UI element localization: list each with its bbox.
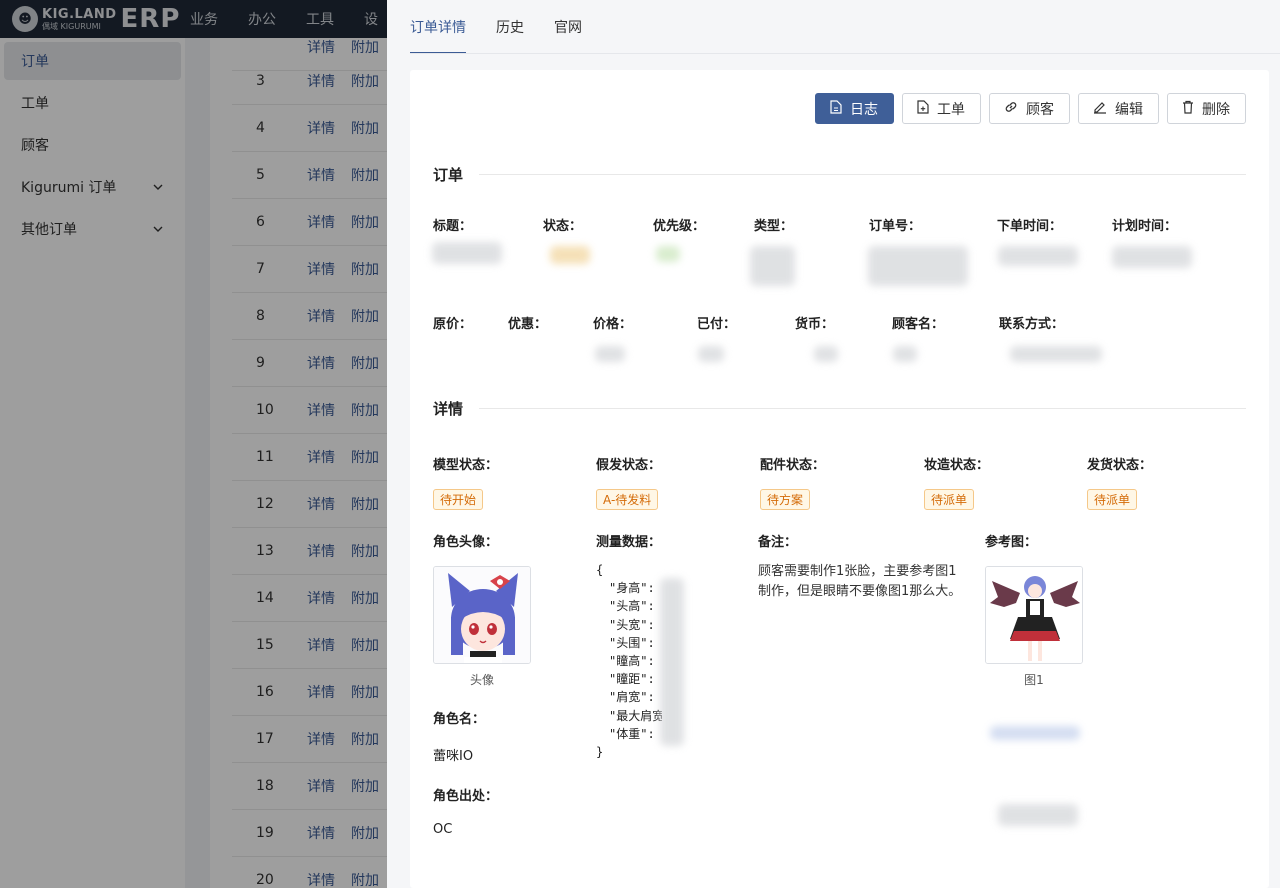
- wig-status-badge: A-待发料: [596, 489, 659, 510]
- detail-section-header: 详情: [433, 398, 1246, 419]
- json-open-brace: {: [596, 563, 604, 577]
- order-time-label: 下单时间：: [997, 219, 1063, 234]
- order-section-header: 订单: [433, 164, 1246, 185]
- wig-status-label: 假发状态：: [596, 458, 662, 473]
- json-key: "体重":: [609, 726, 655, 741]
- plan-time-label: 计划时间：: [1112, 219, 1178, 234]
- price-label: 价格：: [593, 317, 633, 332]
- note-text: 顾客需要制作1张脸，主要参考图1制作，但是眼睛不要像图1那么大。: [758, 564, 962, 599]
- order-detail-drawer: 订单详情 历史 官网 日志 工单 顾客 编辑 删除 订单 标题： 状态： 优先级…: [387, 0, 1280, 888]
- json-close-brace: }: [596, 745, 604, 760]
- tab-divider: [410, 53, 1280, 54]
- delete-button-label: 删除: [1202, 101, 1230, 118]
- measurements-label: 测量数据：: [596, 535, 662, 550]
- json-key: "肩宽":: [609, 690, 655, 705]
- redacted-plan-time: [1112, 246, 1192, 268]
- reference-caption: 图1: [1024, 673, 1044, 687]
- discount-label: 优惠：: [508, 317, 548, 332]
- detail-card: 日志 工单 顾客 编辑 删除 订单 标题： 状态： 优先级： 类型： 订单号： …: [410, 70, 1269, 888]
- accessory-status-label: 配件状态：: [760, 458, 826, 473]
- redacted-customer-name: [893, 346, 917, 362]
- redacted-type: [750, 246, 795, 286]
- redacted-title: [432, 242, 502, 264]
- log-button[interactable]: 日志: [815, 93, 894, 124]
- redacted-currency: [814, 346, 838, 362]
- currency-label: 货币：: [795, 317, 835, 332]
- log-button-label: 日志: [850, 101, 878, 118]
- redacted-measurement-values: [660, 578, 684, 746]
- redacted-link: [990, 726, 1080, 740]
- order-number-label: 订单号：: [869, 219, 922, 234]
- redacted-order-time: [998, 246, 1078, 266]
- json-key: "头围":: [609, 635, 655, 650]
- shipping-status-label: 发货状态：: [1087, 458, 1153, 473]
- priority-label: 优先级：: [653, 219, 706, 234]
- document-icon: [830, 100, 842, 117]
- workorder-button-label: 工单: [937, 101, 965, 118]
- type-label: 类型：: [754, 219, 794, 234]
- paid-label: 已付：: [697, 317, 737, 332]
- workorder-button[interactable]: 工单: [902, 93, 981, 124]
- redacted-priority: [656, 246, 680, 262]
- redacted-paid: [698, 346, 724, 362]
- json-key: "瞳距":: [609, 672, 655, 687]
- reference-label: 参考图：: [985, 535, 1038, 550]
- redacted-contact: [1010, 346, 1102, 362]
- reference-image[interactable]: [985, 566, 1083, 664]
- edit-button[interactable]: 编辑: [1078, 93, 1159, 124]
- pencil-icon: [1093, 100, 1107, 117]
- redacted-image-info: [998, 804, 1078, 826]
- original-price-label: 原价：: [433, 317, 473, 332]
- model-status-label: 模型状态：: [433, 458, 499, 473]
- json-key: "头宽":: [609, 617, 655, 632]
- redacted-price: [595, 346, 625, 362]
- contact-label: 联系方式：: [999, 317, 1065, 332]
- accessory-status-badge: 待方案: [760, 489, 811, 510]
- redacted-status: [550, 246, 590, 264]
- document-add-icon: [917, 100, 929, 117]
- edit-button-label: 编辑: [1115, 101, 1143, 118]
- json-key: "身高":: [609, 581, 655, 596]
- json-key: "瞳高":: [609, 654, 655, 669]
- role-source-value: OC: [433, 822, 453, 837]
- customer-name-label: 顾客名：: [892, 317, 945, 332]
- avatar-label: 角色头像：: [433, 535, 499, 550]
- json-key: "最大肩宽: [609, 708, 662, 723]
- delete-button[interactable]: 删除: [1167, 93, 1246, 124]
- role-name-label: 角色名：: [433, 712, 486, 727]
- toolbar: 日志 工单 顾客 编辑 删除: [807, 93, 1246, 124]
- avatar-image[interactable]: [433, 566, 531, 664]
- redacted-order-number: [868, 246, 968, 286]
- role-source-label: 角色出处：: [433, 789, 499, 804]
- title-label: 标题：: [433, 219, 473, 234]
- role-name-value: 蕾咪IO: [433, 749, 474, 764]
- tab-history[interactable]: 历史: [496, 0, 524, 54]
- section-divider: [479, 408, 1246, 409]
- note-label: 备注：: [758, 535, 798, 550]
- section-divider: [479, 174, 1246, 175]
- order-section-title: 订单: [433, 166, 464, 184]
- tab-official-site[interactable]: 官网: [554, 0, 582, 54]
- shipping-status-badge: 待派单: [1087, 489, 1138, 510]
- trash-icon: [1182, 100, 1194, 117]
- status-label: 状态：: [543, 219, 583, 234]
- makeup-status-badge: 待派单: [924, 489, 975, 510]
- json-key: "头高":: [609, 599, 655, 614]
- detail-section-title: 详情: [433, 400, 464, 418]
- makeup-status-label: 妆造状态：: [924, 458, 990, 473]
- measurements-json: { "身高": "头高": "头宽": "头围": "瞳高": "瞳距": "肩…: [596, 561, 662, 761]
- link-icon: [1004, 100, 1018, 117]
- model-status-badge: 待开始: [433, 489, 484, 510]
- tab-order-detail[interactable]: 订单详情: [410, 0, 466, 54]
- customer-button-label: 顾客: [1026, 101, 1054, 118]
- avatar-caption: 头像: [469, 673, 494, 687]
- customer-button[interactable]: 顾客: [989, 93, 1070, 124]
